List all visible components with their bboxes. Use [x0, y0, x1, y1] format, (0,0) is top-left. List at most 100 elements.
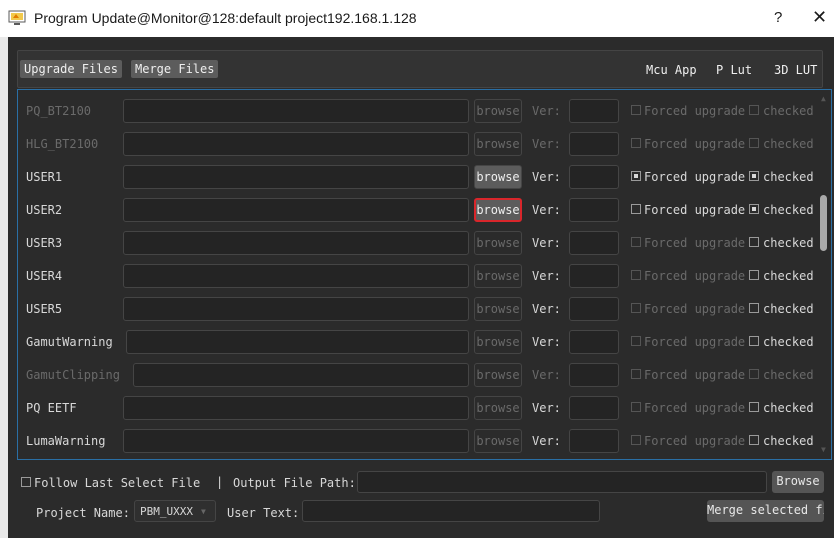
forced-upgrade-checkbox[interactable]: [631, 402, 641, 412]
checked-label: checked: [763, 104, 814, 118]
project-name-label: Project Name:: [36, 506, 130, 520]
user-text-label: User Text:: [227, 506, 300, 520]
file-row: LumaWarning browse Ver: Forced upgrade check…: [18, 424, 818, 457]
separator: |: [216, 475, 224, 489]
forced-upgrade-checkbox[interactable]: [631, 336, 641, 346]
checked-label: checked: [763, 137, 814, 151]
file-path-input[interactable]: [123, 165, 469, 189]
merge-selected-button[interactable]: Merge selected file: [707, 500, 824, 522]
version-input[interactable]: [569, 396, 619, 420]
file-row: USER1 browse Ver: Forced upgrade checked: [18, 160, 818, 193]
file-path-input[interactable]: [123, 231, 469, 255]
close-button[interactable]: ✕: [812, 7, 827, 28]
output-browse-button[interactable]: Browse: [772, 471, 824, 493]
p-lut-link[interactable]: P Lut: [716, 63, 752, 77]
browse-button[interactable]: browse: [474, 297, 522, 321]
browse-button[interactable]: browse: [474, 165, 522, 189]
forced-upgrade-checkbox[interactable]: [631, 369, 641, 379]
project-name-value: PBM_UXXX: [140, 505, 193, 518]
file-path-input[interactable]: [126, 330, 469, 354]
file-path-input[interactable]: [133, 363, 469, 387]
browse-button[interactable]: browse: [474, 132, 522, 156]
browse-button[interactable]: browse: [474, 198, 522, 222]
forced-upgrade-checkbox[interactable]: [631, 105, 641, 115]
help-button[interactable]: ?: [774, 9, 782, 26]
forced-upgrade-label: Forced upgrade: [644, 137, 746, 151]
checked-checkbox[interactable]: [749, 402, 759, 412]
row-name: USER1: [26, 170, 63, 184]
checked-checkbox[interactable]: [749, 171, 759, 181]
scroll-thumb[interactable]: [820, 195, 827, 251]
project-name-select[interactable]: PBM_UXXX ▼: [134, 500, 216, 522]
user-text-input[interactable]: [302, 500, 600, 522]
checked-checkbox[interactable]: [749, 435, 759, 445]
forced-upgrade-checkbox[interactable]: [631, 435, 641, 445]
file-path-input[interactable]: [123, 396, 469, 420]
checked-checkbox[interactable]: [749, 336, 759, 346]
file-path-input[interactable]: [123, 264, 469, 288]
ver-label: Ver:: [532, 401, 561, 415]
output-path-input[interactable]: [357, 471, 767, 493]
follow-last-checkbox[interactable]: [21, 477, 31, 487]
ver-label: Ver:: [532, 302, 561, 316]
checked-label: checked: [763, 269, 814, 283]
chevron-down-icon: ▼: [201, 507, 206, 516]
top-toolbar: Upgrade Files Merge Files Mcu App P Lut …: [17, 50, 823, 88]
browse-button[interactable]: browse: [474, 429, 522, 453]
browse-button[interactable]: browse: [474, 231, 522, 255]
forced-upgrade-checkbox[interactable]: [631, 171, 641, 181]
forced-upgrade-checkbox[interactable]: [631, 303, 641, 313]
version-input[interactable]: [569, 363, 619, 387]
version-input[interactable]: [569, 132, 619, 156]
file-path-input[interactable]: [123, 132, 469, 156]
browse-button[interactable]: browse: [474, 396, 522, 420]
forced-upgrade-checkbox[interactable]: [631, 270, 641, 280]
checked-checkbox[interactable]: [749, 270, 759, 280]
file-path-input[interactable]: [123, 99, 469, 123]
file-path-input[interactable]: [123, 429, 469, 453]
forced-upgrade-checkbox[interactable]: [631, 237, 641, 247]
version-input[interactable]: [569, 165, 619, 189]
checked-checkbox[interactable]: [749, 105, 759, 115]
window-edge: [0, 37, 8, 538]
tab-merge-files[interactable]: Merge Files: [131, 60, 219, 78]
ver-label: Ver:: [532, 137, 561, 151]
browse-button[interactable]: browse: [474, 363, 522, 387]
version-input[interactable]: [569, 99, 619, 123]
scroll-down-arrow-icon[interactable]: ▼: [821, 445, 826, 454]
row-name: HLG_BT2100: [26, 137, 99, 151]
forced-upgrade-label: Forced upgrade: [644, 368, 746, 382]
file-path-input[interactable]: [123, 297, 469, 321]
checked-checkbox[interactable]: [749, 303, 759, 313]
checked-label: checked: [763, 335, 814, 349]
version-input[interactable]: [569, 330, 619, 354]
checked-checkbox[interactable]: [749, 138, 759, 148]
version-input[interactable]: [569, 231, 619, 255]
browse-button[interactable]: browse: [474, 264, 522, 288]
file-row: PQ_BT2100 browse Ver: Forced upgrade checked: [18, 94, 818, 127]
scroll-up-arrow-icon[interactable]: ▲: [821, 94, 826, 103]
forced-upgrade-label: Forced upgrade: [644, 434, 746, 448]
checked-checkbox[interactable]: [749, 204, 759, 214]
file-path-input[interactable]: [123, 198, 469, 222]
checked-label: checked: [763, 368, 814, 382]
file-row: USER4 browse Ver: Forced upgrade checked: [18, 259, 818, 292]
version-input[interactable]: [569, 198, 619, 222]
checked-checkbox[interactable]: [749, 369, 759, 379]
forced-upgrade-label: Forced upgrade: [644, 104, 746, 118]
vertical-scrollbar[interactable]: ▲ ▼: [818, 91, 830, 459]
tab-upgrade-files[interactable]: Upgrade Files: [20, 60, 122, 78]
output-path-label: Output File Path:: [233, 476, 356, 490]
file-row: PQ EETF browse Ver: Forced upgrade checked: [18, 391, 818, 424]
checked-checkbox[interactable]: [749, 237, 759, 247]
forced-upgrade-checkbox[interactable]: [631, 204, 641, 214]
bottom-panel: Follow Last Select File | Output File Pa…: [17, 466, 832, 526]
3d-lut-link[interactable]: 3D LUT: [774, 63, 817, 77]
browse-button[interactable]: browse: [474, 330, 522, 354]
browse-button[interactable]: browse: [474, 99, 522, 123]
forced-upgrade-checkbox[interactable]: [631, 138, 641, 148]
version-input[interactable]: [569, 429, 619, 453]
version-input[interactable]: [569, 264, 619, 288]
version-input[interactable]: [569, 297, 619, 321]
mcu-app-link[interactable]: Mcu App: [646, 63, 697, 77]
